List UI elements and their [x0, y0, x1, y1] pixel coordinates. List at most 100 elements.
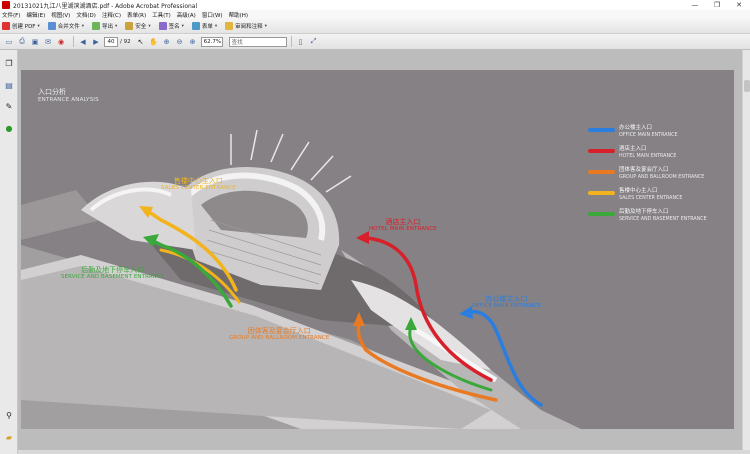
menu-bar: 文件(F) 编辑(E) 视图(V) 文档(D) 注释(C) 表单(R) 工具(T… [0, 10, 750, 19]
legend-item: 办公楼主入口 OFFICE MAIN ENTRANCE [588, 125, 707, 146]
hotel-entrance-arrowhead [356, 231, 369, 244]
lock-icon [125, 22, 134, 30]
close-button[interactable]: ✕ [728, 0, 750, 10]
menu-edit[interactable]: 编辑(E) [26, 11, 45, 19]
legend-label-cn: 酒店主入口 [619, 146, 647, 152]
hotel-entrance-label-en: HOTEL MAIN ENTRANCE [369, 226, 437, 232]
search-input[interactable]: 查找 [228, 36, 287, 47]
left-wing [81, 181, 196, 250]
legend-label-en: GROUP AND BALLROOM ENTRANCE [619, 175, 705, 180]
next-page-icon[interactable]: ▶ [91, 37, 101, 47]
help-icon[interactable]: ● [4, 123, 14, 133]
sales-entrance-label-cn: 售楼中心主入口 [173, 177, 223, 185]
select-cursor-icon[interactable]: ↖ [136, 37, 146, 47]
status-bar [18, 450, 750, 454]
chevron-down-icon: ▾ [37, 23, 40, 29]
minimize-button[interactable]: — [684, 0, 706, 10]
chevron-down-icon: ▾ [81, 23, 85, 29]
sales-entrance-label: 售楼中心主入口 SALES CENTER ENTRANCE [161, 177, 236, 192]
chevron-down-icon: ▾ [148, 23, 151, 29]
scrollbar-thumb[interactable] [744, 80, 750, 92]
zoom-out-icon[interactable]: ⊖ [175, 37, 185, 47]
combine-files-button[interactable]: 合并文件 ▾ [47, 22, 85, 30]
menu-view[interactable]: 视图(V) [51, 11, 70, 19]
legend-item: 酒店主入口 HOTEL MAIN ENTRANCE [588, 146, 707, 167]
legend-item: 团体客及宴会厅入口 GROUP AND BALLROOM ENTRANCE [588, 167, 707, 188]
legend-label-en: SALES CENTER ENTRANCE [619, 196, 683, 201]
review-comment-label: 审阅和注释 [235, 24, 263, 30]
create-pdf-icon [2, 22, 10, 30]
group-entrance-label-cn: 团体客及宴会厅入口 [247, 327, 311, 335]
menu-help[interactable]: 帮助(H) [229, 11, 248, 19]
acrobat-icon[interactable]: ◉ [56, 37, 66, 47]
export-icon [92, 22, 101, 30]
tasks-toolbar: 创建 PDF ▾ 合并文件 ▾ 导出 ▾ 安全 ▾ 签名 ▾ 表单 ▾ 审阅和注释 ▾ [0, 19, 750, 34]
signatures-panel-icon[interactable]: ✎ [4, 101, 14, 111]
service-entrance-label-en: SERVICE AND BASEMENT ENTRANCE [61, 274, 165, 280]
zoom-level-input[interactable]: 62.7% [200, 36, 223, 47]
maximize-button[interactable]: ❐ [706, 0, 728, 10]
comment-icon [225, 22, 234, 30]
form-icon [191, 22, 200, 30]
page-number-input[interactable]: 40 [104, 36, 118, 47]
group-entrance-label: 团体客及宴会厅入口 GROUP AND BALLROOM ENTRANCE [229, 327, 329, 342]
legend-swatch-orange [588, 170, 615, 174]
page-heading-en: ENTRANCE ANALYSIS [38, 97, 99, 103]
left-plaza [21, 190, 101, 240]
menu-file[interactable]: 文件(F) [2, 11, 20, 19]
window-title: 20131021九江八里湖滨湖酒店.pdf - Adobe Acrobat Pr… [13, 2, 198, 10]
legend-swatch-yellow [588, 191, 615, 195]
legend-item: 后勤及地下停车入口 SERVICE AND BASEMENT ENTRANCE [588, 209, 707, 230]
hand-tool-icon[interactable]: ✋ [149, 37, 159, 47]
export-label: 导出 [102, 24, 114, 30]
export-button[interactable]: 导出 ▾ [92, 22, 117, 30]
zoom-tool-icon[interactable]: ⊕ [162, 37, 172, 47]
bookmarks-panel-icon[interactable]: ▤ [4, 80, 14, 90]
office-entrance-arrowhead [459, 306, 473, 319]
menu-document[interactable]: 文档(D) [76, 11, 96, 19]
toolbar-divider [290, 36, 292, 47]
pages-panel-icon[interactable]: ❐ [4, 58, 14, 68]
attachments-panel-icon[interactable]: ⚲ [4, 410, 14, 420]
save-icon[interactable]: ▣ [30, 37, 40, 47]
page-heading-cn: 入口分析 [38, 88, 66, 96]
vertical-scrollbar[interactable] [742, 50, 750, 454]
menu-comments[interactable]: 注释(C) [102, 11, 121, 19]
previous-page-icon[interactable]: ◀ [78, 37, 88, 47]
legend-label-en: OFFICE MAIN ENTRANCE [619, 133, 678, 138]
secure-label: 安全 [135, 24, 147, 30]
acrobat-app-icon [2, 1, 10, 9]
chevron-down-icon: ▾ [214, 23, 218, 29]
pen-icon [158, 22, 167, 30]
legend-label-en: SERVICE AND BASEMENT ENTRANCE [619, 217, 707, 222]
print-icon[interactable]: ⎙ [17, 37, 27, 47]
pdf-page: 入口分析 ENTRANCE ANALYSIS 办公楼主入口 OFFICE MAIN… [21, 70, 734, 429]
hotel-entrance-label: 酒店主入口 HOTEL MAIN ENTRANCE [369, 218, 437, 233]
title-bar: 20131021九江八里湖滨湖酒店.pdf - Adobe Acrobat Pr… [0, 0, 750, 10]
email-icon[interactable]: ✉ [43, 37, 53, 47]
navigation-toolbar: ▭ ⎙ ▣ ✉ ◉ ◀ ▶ 40 / 92 ↖ ✋ ⊕ ⊖ ⊕ 62.7% 查找… [0, 34, 750, 50]
sign-button[interactable]: 签名 ▾ [158, 22, 184, 30]
menu-window[interactable]: 窗口(W) [202, 11, 223, 19]
fit-page-icon[interactable]: ▯ [296, 37, 306, 47]
secure-button[interactable]: 安全 ▾ [125, 22, 151, 30]
review-comment-button[interactable]: 审阅和注释 ▾ [225, 22, 267, 30]
page-total: / 92 [120, 38, 131, 45]
menu-advanced[interactable]: 高级(A) [177, 11, 196, 19]
comments-panel-icon[interactable]: ▰ [4, 432, 14, 442]
legend-swatch-red [588, 149, 615, 153]
legend-label-en: HOTEL MAIN ENTRANCE [619, 154, 677, 159]
menu-tools[interactable]: 工具(T) [152, 11, 171, 19]
navigation-panel: ❐ ▤ ✎ ● ⚲ ▰ [0, 50, 18, 454]
service-entrance-label: 后勤及地下停车入口 SERVICE AND BASEMENT ENTRANCE [61, 266, 164, 281]
menu-forms[interactable]: 表单(R) [127, 11, 146, 19]
open-folder-icon[interactable]: ▭ [4, 37, 14, 47]
forms-button[interactable]: 表单 ▾ [191, 22, 218, 30]
full-screen-icon[interactable]: ⤢ [309, 37, 319, 47]
zoom-in-icon[interactable]: ⊕ [188, 37, 198, 47]
legend-swatch-green [588, 212, 615, 216]
create-pdf-button[interactable]: 创建 PDF ▾ [2, 22, 40, 30]
legend-item: 售楼中心主入口 SALES CENTER ENTRANCE [588, 188, 707, 209]
sales-entrance-label-en: SALES CENTER ENTRANCE [161, 185, 236, 191]
group-entrance-label-en: GROUP AND BALLROOM ENTRANCE [229, 335, 330, 341]
